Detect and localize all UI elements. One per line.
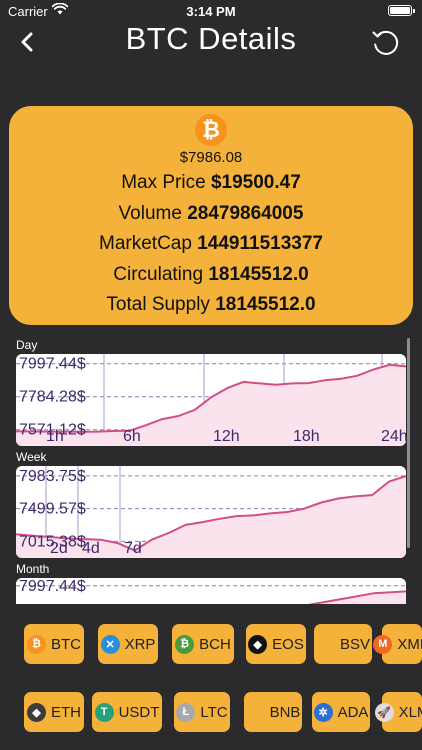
litecoin-icon: Ł	[176, 702, 196, 722]
day-price-chart[interactable]: 7997.44$7784.28$7571.12$1h 6h 12h 18h 24h	[16, 354, 406, 446]
day-chart-title: Day	[16, 338, 38, 352]
refresh-icon[interactable]	[370, 26, 402, 58]
x-tick-label: 12h	[213, 428, 240, 445]
x-tick-label: 24h	[381, 428, 406, 445]
day-chart-panel: 7997.44$ 7784.28$ 7571.12$ 1h 6h 12h 18h 24h	[16, 354, 406, 446]
coin-button-label: XRP	[124, 635, 156, 653]
x-tick-label: 18h	[293, 428, 320, 445]
coin-button-bch[interactable]: ₿ BCH	[172, 624, 234, 664]
coin-button-label: ADA	[337, 703, 369, 721]
x-tick-label: 7d	[124, 540, 142, 557]
coin-button-eos[interactable]: ◆ EOS	[246, 624, 306, 664]
y-tick-label: 7997.44$	[19, 578, 86, 595]
coin-button-ada[interactable]: ✲ ADA	[312, 692, 370, 732]
bitcoin-icon: ₿	[27, 634, 46, 654]
monero-icon: M	[373, 634, 393, 654]
y-tick-label: 7784.28$	[19, 389, 86, 406]
stellar-icon: 🚀	[374, 702, 394, 722]
coin-selector-row-2[interactable]: ◆ETHTUSDTŁLTCBNB✲ADA🚀XLM	[0, 692, 422, 736]
coin-button-xmr[interactable]: MXMR	[373, 624, 422, 664]
bitcoin-cash-icon: ₿	[175, 634, 195, 654]
coin-button-label: BCH	[199, 635, 231, 653]
x-tick-label: 6h	[123, 428, 141, 445]
circulating-row: Circulating 18145512.0	[9, 264, 413, 286]
coin-button-label: BTC	[51, 635, 81, 653]
max-price-label: Max Price	[121, 172, 206, 193]
coin-button-label: EOS	[272, 635, 304, 653]
coin-info-card: ₿ $7986.08 Max Price $19500.47 Volume 28…	[9, 106, 413, 325]
coin-button-label: BSV	[339, 635, 370, 653]
coin-button-xrp[interactable]: ✕ XRP	[98, 624, 158, 664]
month-chart-title: Month	[16, 562, 50, 576]
coin-button-label: ETH	[51, 703, 81, 721]
x-tick-label: 2d	[50, 540, 68, 557]
circulating-label: Circulating	[113, 264, 204, 285]
battery-icon	[388, 5, 415, 16]
bsv-icon	[315, 634, 335, 654]
week-chart-panel: 7983.75$ 7499.57$ 7015.38$ 2d 4d 7d	[16, 466, 406, 558]
week-price-chart[interactable]: 7983.75$7499.57$7015.38$2d 4d 7d	[16, 466, 406, 558]
max-price-value: $19500.47	[210, 172, 301, 193]
coin-button-label: XMR	[397, 635, 422, 653]
scroll-indicator[interactable]	[407, 338, 410, 548]
cardano-icon: ✲	[313, 702, 333, 722]
max-price-row: Max Price $19500.47	[9, 172, 413, 194]
coin-button-xlm[interactable]: 🚀XLM	[374, 692, 422, 732]
eos-icon: ◆	[248, 634, 268, 654]
total-supply-row: Total Supply 18145512.0	[9, 294, 413, 316]
coin-button-label: BNB	[269, 703, 301, 721]
week-chart-title: Week	[16, 450, 47, 464]
clock: 3:14 PM	[186, 4, 236, 19]
bnb-icon	[245, 702, 265, 722]
coin-button-usdt[interactable]: T USDT	[92, 692, 162, 732]
coin-button-bnb[interactable]: BNB	[244, 692, 302, 732]
xrp-icon: ✕	[100, 634, 120, 654]
coin-button-bsv[interactable]: BSV	[314, 624, 372, 664]
coin-button-label: XLM	[398, 703, 422, 721]
y-tick-label: 7983.75$	[19, 468, 86, 485]
month-chart-panel: 7997.44$	[16, 578, 406, 604]
x-tick-label: 1h	[46, 428, 64, 445]
total-supply-label: Total Supply	[106, 294, 210, 315]
coin-selector-row-1[interactable]: ₿BTC✕XRP₿BCH◆EOSBSVMXMR	[0, 624, 422, 668]
month-price-chart[interactable]: 7997.44$	[16, 578, 406, 604]
bitcoin-icon: ₿	[193, 112, 229, 148]
volume-value: 28479864005	[187, 203, 304, 224]
price-charts-scroll[interactable]: Day 7997.44$ 7784.28$ 7571.12$ 1h 6h 12h 18h 24…	[16, 336, 408, 604]
volume-row: Volume 28479864005	[9, 203, 413, 225]
ethereum-icon: ◆	[27, 702, 46, 722]
navigation-bar: BTC Details	[0, 18, 422, 62]
coin-button-ltc[interactable]: Ł LTC	[174, 692, 230, 732]
marketcap-label: MarketCap	[99, 233, 192, 254]
tether-icon: T	[94, 702, 114, 722]
coin-button-btc[interactable]: ₿ BTC	[24, 624, 84, 664]
y-tick-label: 7499.57$	[19, 501, 86, 518]
coin-button-label: LTC	[200, 703, 228, 721]
x-tick-label: 4d	[82, 540, 100, 557]
coin-button-label: USDT	[118, 703, 160, 721]
marketcap-value: 144911513377	[197, 233, 323, 254]
current-price: $7986.08	[179, 149, 243, 166]
coin-button-eth[interactable]: ◆ ETH	[24, 692, 84, 732]
circulating-value: 18145512.0	[208, 264, 309, 285]
total-supply-value: 18145512.0	[215, 294, 316, 315]
y-tick-label: 7997.44$	[19, 356, 86, 373]
page-title: BTC Details	[125, 21, 297, 56]
marketcap-row: MarketCap 144911513377	[9, 233, 413, 255]
volume-label: Volume	[118, 203, 182, 224]
